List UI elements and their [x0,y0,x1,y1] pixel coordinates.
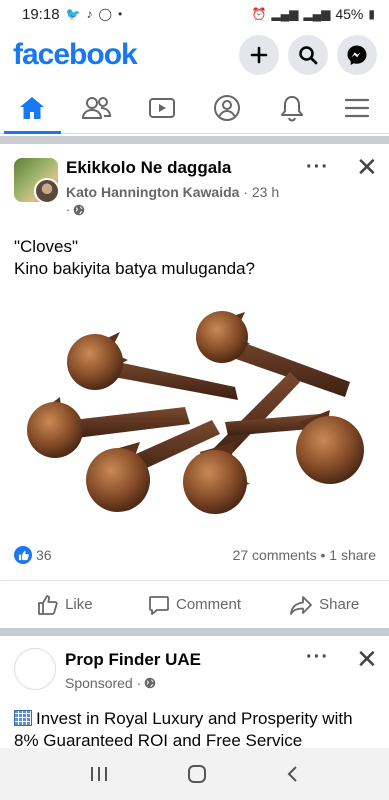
signal-icon: ▂▄▆ [271,7,299,21]
author-name[interactable]: Kato Hannington Kawaida [66,184,239,200]
create-button[interactable] [239,35,279,75]
whatsapp-icon: ◯ [98,7,112,21]
author-avatar[interactable] [34,178,60,204]
battery-percent: 45% [335,6,364,22]
tab-profile[interactable] [194,82,259,133]
feed-separator-2 [0,628,389,636]
comment-label: Comment [175,596,242,613]
comments-shares[interactable]: 27 comments • 1 share [233,547,376,563]
post-header: Ekikkolo Ne daggala Kato Hannington Kawa… [14,152,378,222]
status-bar: 19:18 🐦 ♪ ◯ • ⏰ ▂▄▆ ▂▄▆ 45% ▮ [0,0,389,28]
advertiser-name[interactable]: Prop Finder UAE [65,650,201,670]
search-button[interactable] [288,35,328,75]
home-nav-icon[interactable] [187,764,207,784]
tab-watch[interactable] [130,82,195,133]
group-name[interactable]: Ekikkolo Ne daggala [66,158,231,178]
post-stats: 36 27 comments • 1 share [14,544,376,566]
search-icon [299,46,318,65]
watch-icon [149,97,176,118]
plus-icon [250,46,268,64]
app-header: facebook [0,28,389,82]
back-icon[interactable] [286,765,300,783]
post-body: "Cloves" Kino bakiyita batya muluganda? [14,236,374,280]
like-label: Like [65,596,93,613]
tiktok-icon: ♪ [86,7,93,21]
post-options-button[interactable]: ··· [306,156,329,179]
post-time: · 23 h [239,184,280,200]
sponsored-text: Sponsored · [65,675,142,691]
twitter-icon: 🐦 [65,7,81,21]
cloves-image [27,311,364,514]
privacy-line: · [66,202,85,217]
like-reaction-icon[interactable] [14,546,32,564]
reactions-count[interactable]: 36 [36,547,52,563]
battery-icon: ▮ [368,7,375,21]
post-meta: Kato Hannington Kawaida · 23 h [66,184,279,200]
alarm-icon: ⏰ [251,7,267,21]
tab-home[interactable] [0,82,65,134]
comment-icon [149,595,169,615]
hide-ad-button[interactable]: ✕ [356,644,378,675]
tab-friends[interactable] [65,82,130,133]
ad-text: Invest in Royal Luxury and Prosperity wi… [14,708,374,748]
tab-notifications[interactable] [259,82,324,133]
share-label: Share [319,596,360,613]
bell-icon [280,95,303,122]
menu-icon [344,98,369,117]
post-actions: Like Comment Share [0,580,389,628]
status-time: 19:18 [22,5,60,23]
thumbs-up-icon [38,594,58,615]
globe-icon [74,204,85,215]
sponsored-label: Sponsored · [65,675,156,691]
facebook-logo[interactable]: facebook [13,38,138,72]
comment-button[interactable]: Comment [130,581,260,628]
share-button[interactable]: Share [259,581,389,628]
ad-text-content: Invest in Royal Luxury and Prosperity wi… [14,709,353,748]
hide-post-button[interactable]: ✕ [356,152,378,183]
ad-options-button[interactable]: ··· [306,646,329,669]
tab-menu[interactable] [324,82,389,133]
globe-icon [144,677,156,689]
post-text-line2: Kino bakiyita batya muluganda? [14,259,255,278]
recent-apps-icon[interactable] [89,765,109,783]
like-button[interactable]: Like [0,581,130,628]
profile-icon [213,94,240,121]
building-emoji-icon [14,710,32,726]
main-nav [0,82,389,134]
post-image[interactable] [0,302,389,528]
advertiser-avatar[interactable] [14,648,56,690]
friends-icon [82,96,112,119]
feed-separator [0,136,389,144]
signal-icon-2: ▂▄▆ [303,7,331,21]
post-text-line1: "Cloves" [14,237,79,256]
system-nav-bar [0,748,389,800]
home-icon [20,96,45,119]
share-icon [290,595,313,615]
dot-icon: • [117,7,123,21]
messenger-button[interactable] [337,35,377,75]
messenger-icon [347,45,367,65]
